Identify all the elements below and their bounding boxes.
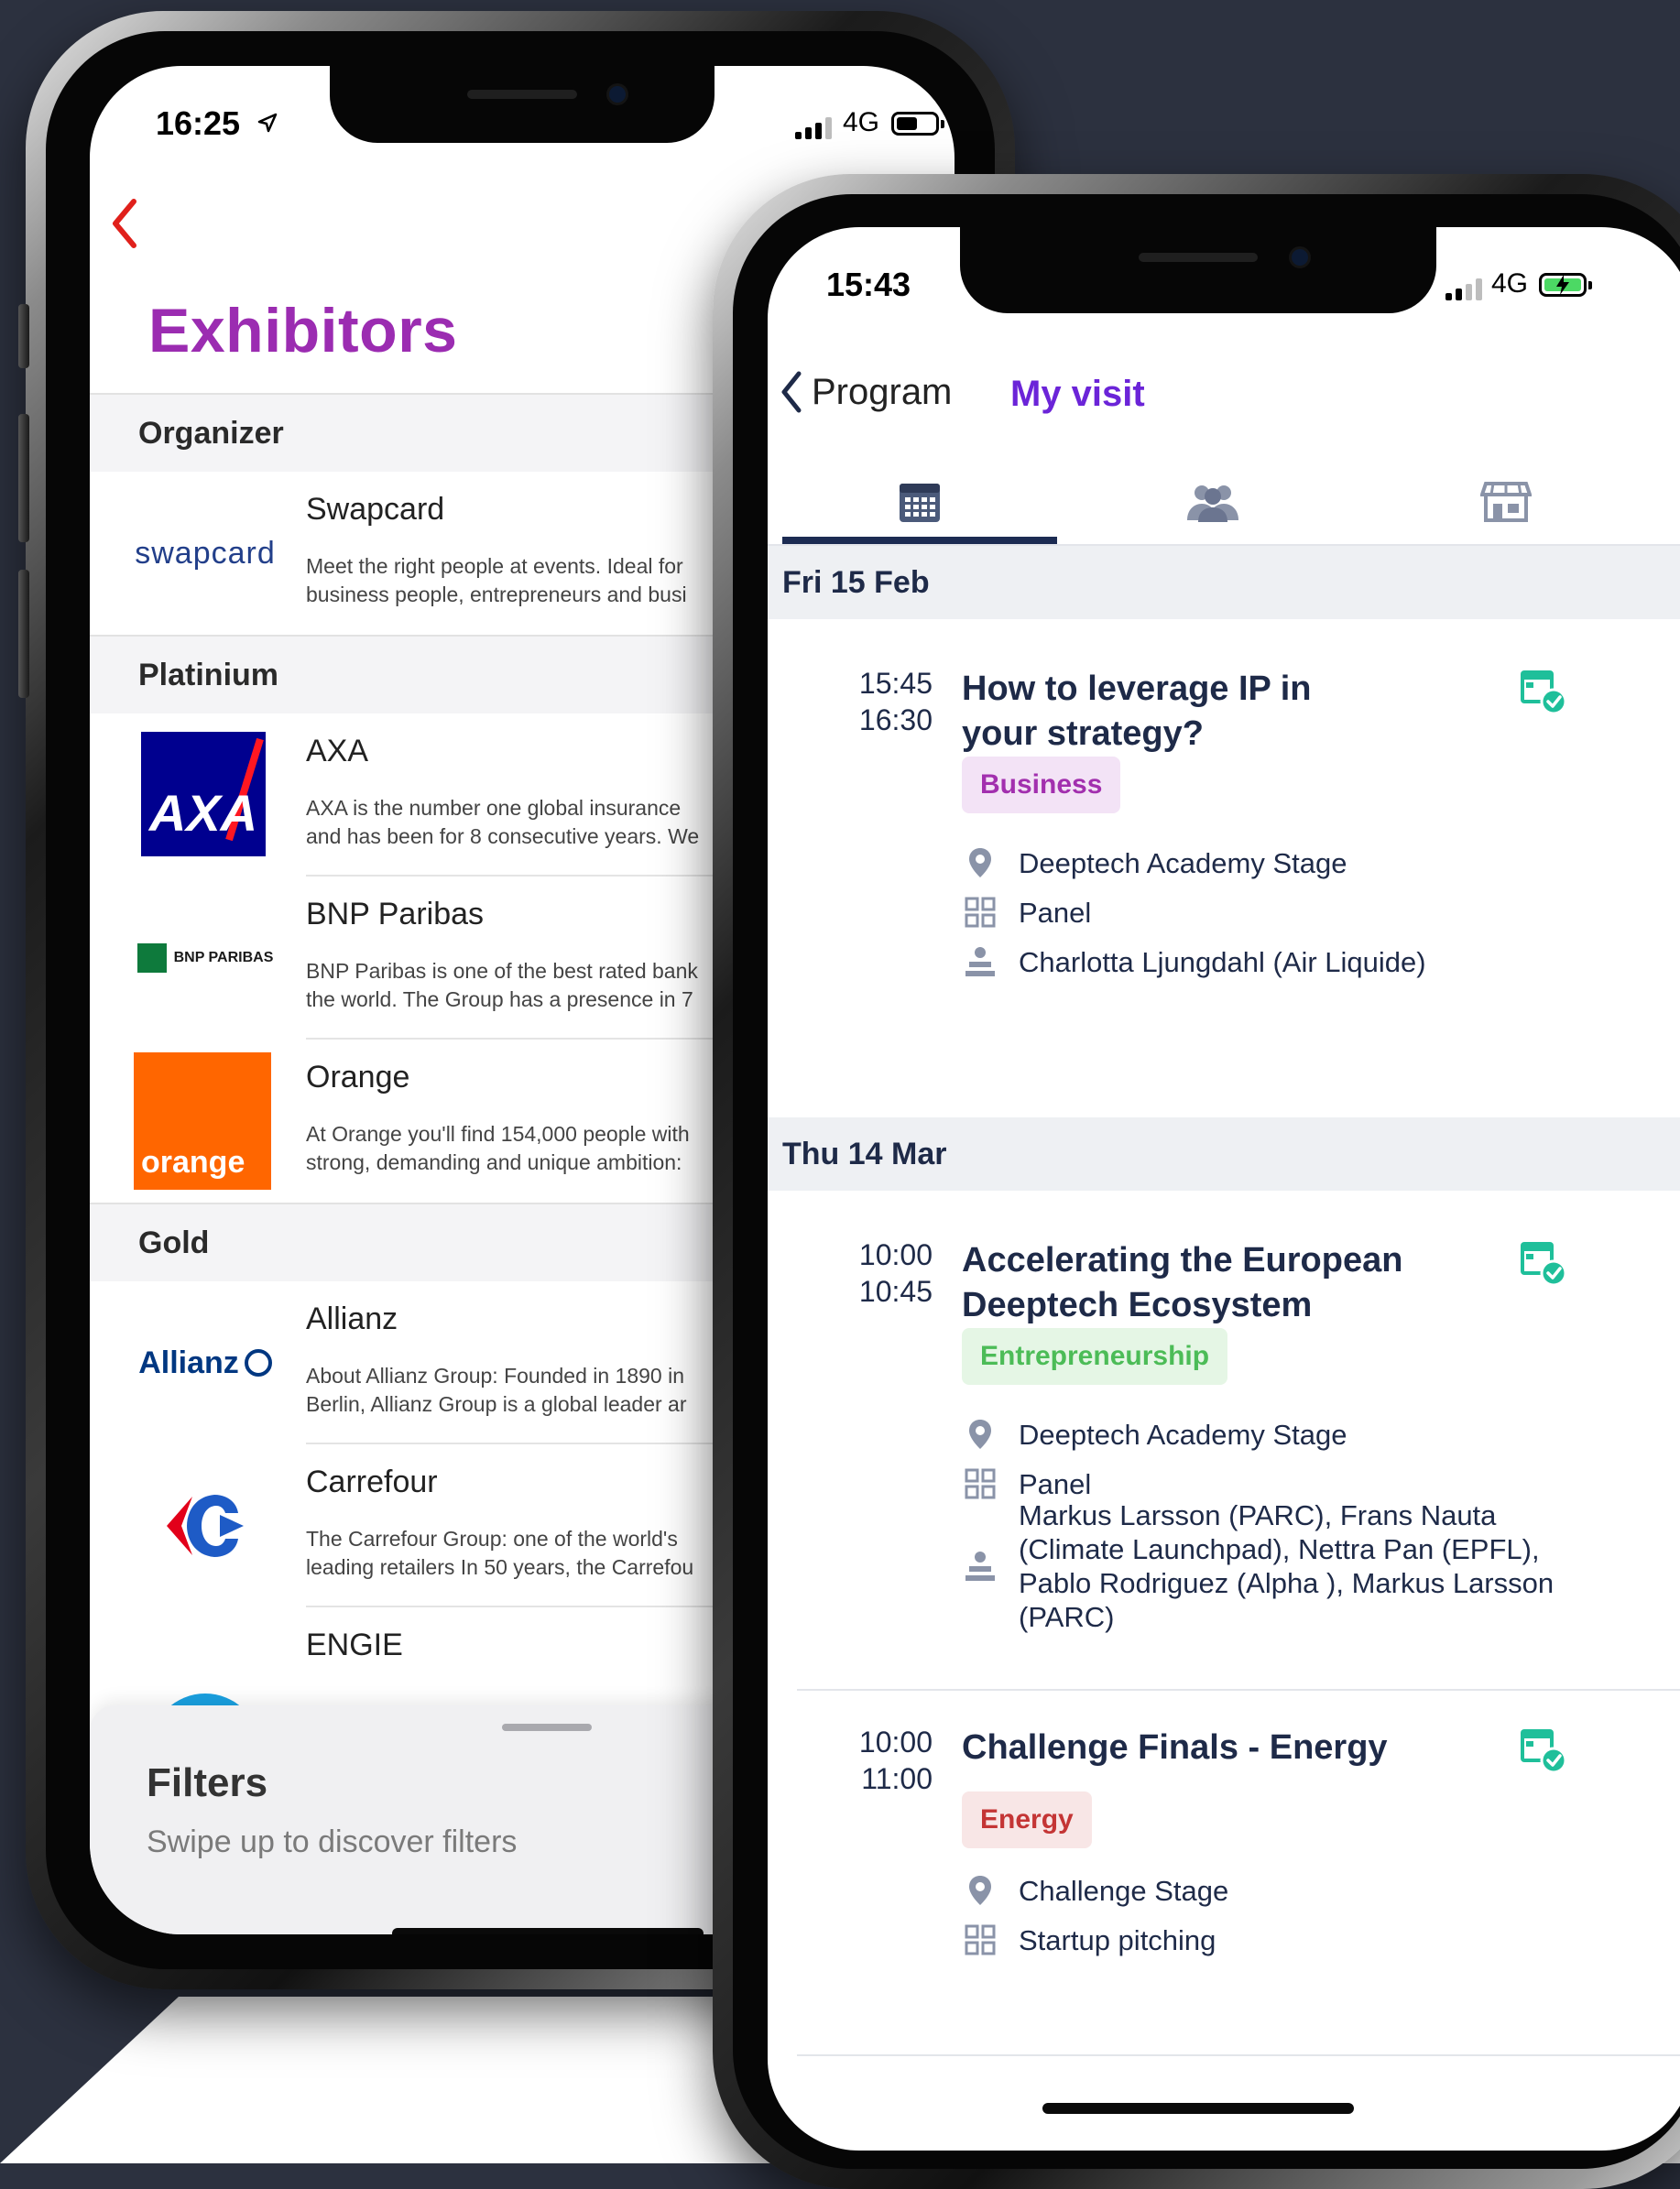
speaker-podium-icon [962, 943, 998, 980]
session-tag: Business [962, 757, 1121, 813]
people-icon [1187, 485, 1238, 522]
exhibitor-name: Carrefour [306, 1465, 438, 1499]
filters-subtitle: Swipe up to discover filters [147, 1824, 518, 1859]
session-item[interactable]: 15:45 16:30 How to leverage IP in your s… [768, 619, 1680, 978]
svg-text:AXA: AXA [147, 784, 257, 842]
front-camera [609, 86, 626, 103]
bnp-paribas-logo: BNP PARIBAS [134, 889, 277, 1027]
notch [960, 227, 1436, 313]
allianz-logo: Allianz [134, 1294, 277, 1432]
calendar-check-icon[interactable] [1519, 667, 1566, 714]
session-title: Accelerating the European Deeptech Ecosy… [962, 1241, 1403, 1324]
calendar-icon [900, 484, 940, 522]
front-camera [1292, 249, 1308, 266]
location-pin-icon [962, 1416, 998, 1453]
active-tab-indicator [782, 537, 1057, 544]
session-tag: Entrepreneurship [962, 1328, 1228, 1385]
notch [330, 66, 715, 143]
session-location: Deeptech Academy Stage [962, 844, 1621, 881]
session-title: Challenge Finals - Energy [962, 1728, 1388, 1767]
my-visit-screen: 15:43 4G Program My visit Fri 15 Feb 15:… [768, 227, 1680, 2151]
session-end-time: 16:30 [858, 703, 933, 736]
tab-calendar[interactable] [782, 456, 1057, 548]
volume-down-button [18, 570, 29, 698]
home-indicator[interactable] [1042, 2103, 1354, 2114]
session-speakers: Charlotta Ljungdahl (Air Liquide) [962, 943, 1621, 980]
calendar-check-icon[interactable] [1519, 1726, 1566, 1773]
session-speakers: Markus Larsson (PARC), Frans Nauta (Clim… [962, 1498, 1621, 1634]
nav-bar: Program My visit [768, 346, 1680, 456]
tab-store[interactable] [1369, 456, 1643, 548]
exhibitor-name: Swapcard [306, 492, 445, 527]
phone-my-visit: 15:43 4G Program My visit Fri 15 Feb 15:… [713, 174, 1680, 2189]
exhibitor-name: ENGIE [306, 1628, 403, 1662]
signal-bars-icon [795, 117, 832, 139]
filters-title: Filters [147, 1760, 268, 1805]
sheet-drag-handle[interactable] [502, 1724, 592, 1731]
store-icon [1480, 482, 1532, 522]
exhibitor-name: Allianz [306, 1301, 398, 1336]
session-start-time: 15:45 [858, 667, 933, 700]
status-time: 16:25 [156, 104, 241, 142]
tab-people[interactable] [1075, 456, 1350, 548]
swapcard-logo: swapcard [135, 535, 276, 571]
back-button[interactable]: Program [779, 368, 952, 416]
carrefour-logo [134, 1457, 277, 1595]
session-tag: Energy [962, 1791, 1092, 1848]
session-format: Panel [962, 1465, 1621, 1502]
session-divider [797, 2054, 1680, 2056]
session-end-time: 11:00 [861, 1762, 933, 1795]
session-start-time: 10:00 [858, 1238, 933, 1271]
location-pin-icon [962, 844, 998, 881]
session-start-time: 10:00 [858, 1726, 933, 1759]
back-chevron-icon[interactable] [104, 194, 145, 253]
network-type: 4G [1491, 268, 1529, 299]
format-grid-icon [962, 1465, 998, 1502]
battery-charging-icon [1539, 273, 1592, 297]
exhibitor-name: AXA [306, 734, 369, 768]
format-grid-icon [962, 1922, 998, 1958]
format-grid-icon [962, 894, 998, 931]
mute-switch [18, 304, 29, 368]
session-title: How to leverage IP in your strategy? [962, 670, 1312, 753]
speaker [1139, 253, 1258, 262]
status-time: 15:43 [826, 266, 911, 303]
location-arrow-icon [257, 113, 278, 133]
session-end-time: 10:45 [858, 1275, 933, 1308]
session-format: Startup pitching [962, 1922, 1621, 1958]
volume-up-button [18, 414, 29, 542]
session-item[interactable]: 10:00 11:00 Challenge Finals - Energy En… [768, 1691, 1680, 2057]
exhibitor-name: Orange [306, 1060, 410, 1094]
speaker-podium-icon [962, 1548, 998, 1585]
session-item[interactable]: 10:00 10:45 Accelerating the European De… [768, 1191, 1680, 1633]
signal-bars-icon [1445, 278, 1482, 300]
home-indicator[interactable] [392, 1928, 704, 1934]
page-title: My visit [1010, 374, 1145, 414]
day-header: Thu 14 Mar [768, 1117, 1680, 1191]
network-type: 4G [843, 107, 880, 137]
day-header: Fri 15 Feb [768, 546, 1680, 619]
speaker [467, 90, 577, 99]
back-chevron-icon [781, 371, 802, 413]
session-location: Challenge Stage [962, 1872, 1621, 1909]
back-label: Program [812, 371, 953, 412]
axa-logo: AXA [141, 732, 266, 856]
location-pin-icon [962, 1872, 998, 1909]
session-format: Panel [962, 894, 1621, 931]
tab-bar [768, 456, 1680, 548]
calendar-check-icon[interactable] [1519, 1238, 1566, 1286]
orange-logo: orange [134, 1052, 271, 1190]
session-location: Deeptech Academy Stage [962, 1416, 1621, 1453]
page-title: Exhibitors [148, 296, 458, 365]
battery-icon [891, 112, 944, 136]
exhibitor-name: BNP Paribas [306, 897, 485, 931]
